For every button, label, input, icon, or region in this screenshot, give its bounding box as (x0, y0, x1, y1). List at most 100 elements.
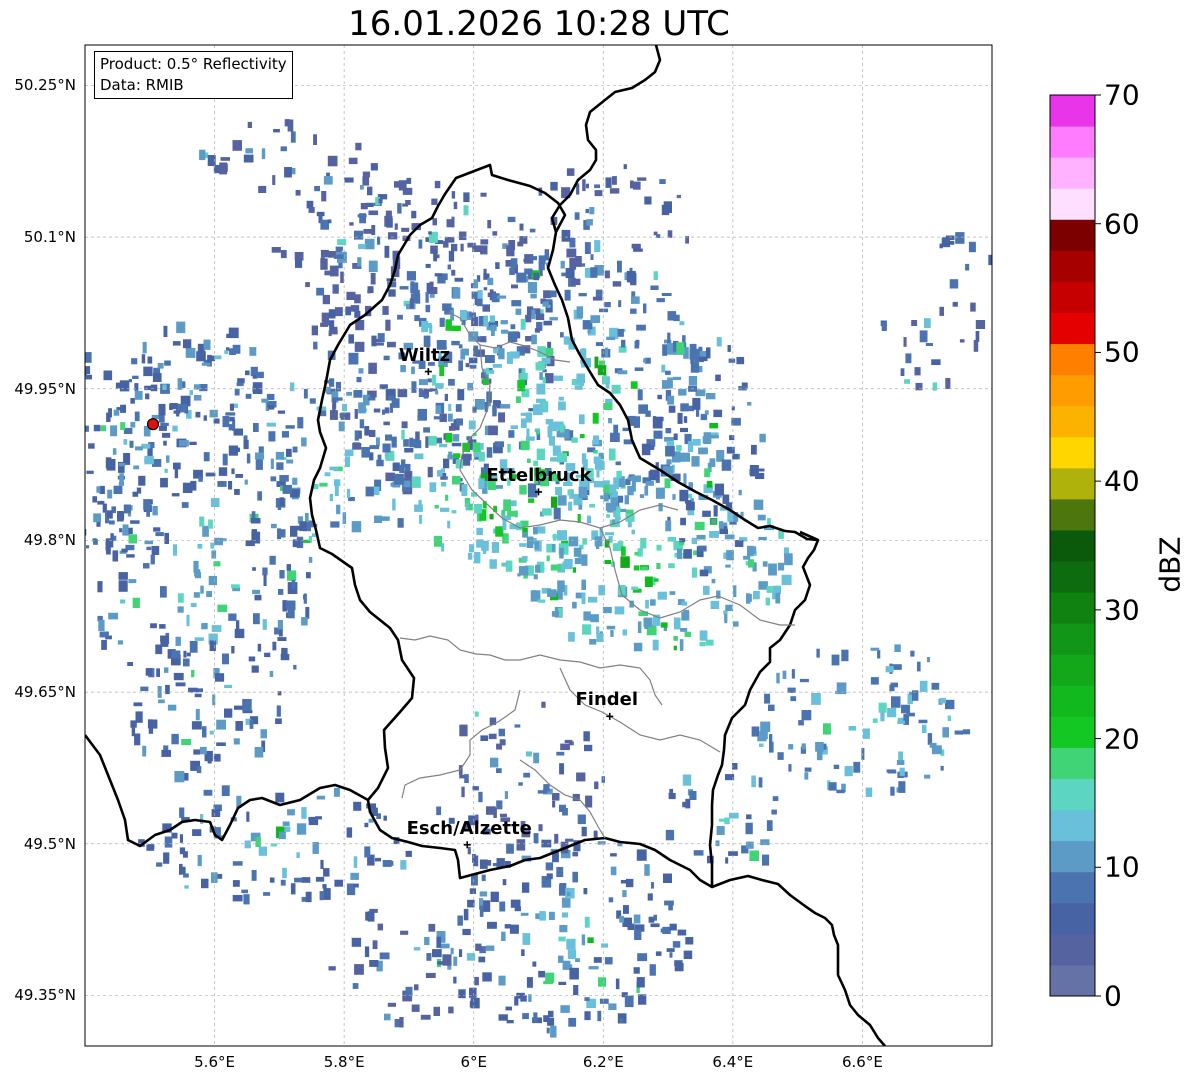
echo-cell (147, 356, 153, 364)
echo-cell (542, 508, 552, 516)
echo-cell (282, 821, 290, 826)
echo-cell (576, 373, 585, 384)
echo-cell (164, 532, 169, 544)
echo-cell (280, 879, 286, 886)
echo-cell (433, 416, 442, 420)
echo-cell (333, 397, 343, 401)
echo-cell (296, 525, 304, 531)
echo-cell (833, 764, 840, 769)
echo-cell (536, 398, 546, 403)
echo-cell (536, 526, 546, 534)
echo-cell (323, 176, 333, 185)
echo-cell (135, 711, 143, 723)
echo-cell (939, 697, 946, 704)
echo-cell (411, 476, 421, 488)
echo-cell (627, 521, 632, 528)
echo-cell (592, 412, 599, 424)
echo-cell (432, 949, 442, 958)
echo-cell (385, 472, 395, 482)
echo-cell (128, 379, 132, 383)
echo-cell (650, 599, 656, 606)
echo-cell (445, 494, 449, 501)
echo-cell (593, 449, 598, 454)
echo-cell (132, 375, 139, 379)
echo-cell (344, 177, 354, 183)
echo-cell (576, 306, 584, 319)
echo-cell (174, 771, 185, 783)
echo-cell (406, 177, 412, 184)
echo-cell (568, 501, 573, 511)
echo-cell (715, 374, 721, 381)
echo-cell (92, 496, 97, 503)
echo-cell (452, 287, 461, 299)
echo-cell (322, 294, 330, 305)
echo-cell (277, 620, 283, 630)
echo-cell (485, 367, 489, 375)
echo-cell (353, 442, 360, 448)
echo-cell (458, 231, 467, 241)
echo-cell (263, 892, 271, 896)
echo-cell (522, 556, 528, 562)
echo-cell (687, 509, 695, 516)
echo-cell (319, 482, 328, 487)
echo-cell (729, 812, 739, 819)
echo-cell (544, 249, 550, 261)
echo-cell (768, 563, 777, 576)
echo-cell (219, 163, 228, 172)
echo-cell (102, 503, 107, 513)
colorbar-swatch (1050, 623, 1095, 655)
echo-cell (656, 298, 665, 303)
echo-cell (211, 550, 217, 559)
echo-cell (145, 668, 152, 676)
echo-cell (209, 409, 218, 418)
echo-cell (440, 507, 450, 512)
echo-cell (181, 502, 189, 508)
echo-cell (550, 181, 558, 191)
echo-cell (498, 348, 505, 360)
echo-cell (612, 281, 622, 287)
echo-cell (103, 370, 113, 381)
echo-cell (378, 198, 383, 204)
echo-cell (368, 210, 379, 216)
echo-cell (382, 443, 391, 453)
echo-cell (158, 414, 165, 423)
echo-cell (254, 747, 264, 758)
echo-cell (760, 721, 771, 732)
echo-cell (777, 562, 785, 571)
echo-cell (581, 593, 586, 605)
echo-cell (649, 445, 655, 450)
echo-cell (696, 534, 706, 540)
echo-cell (604, 270, 610, 279)
echo-cell (364, 426, 370, 436)
echo-cell (523, 772, 531, 778)
echo-cell (769, 734, 773, 744)
echo-cell (527, 282, 538, 293)
radar-site-marker (146, 418, 160, 431)
echo-cell (757, 514, 766, 521)
echo-cell (133, 465, 140, 470)
echo-cell (706, 393, 716, 400)
echo-cell (96, 486, 101, 493)
echo-cell (138, 475, 146, 486)
echo-cell (324, 472, 331, 477)
echo-cell (335, 307, 343, 317)
echo-cell (665, 370, 671, 375)
echo-cell (328, 309, 336, 319)
echo-cell (683, 416, 688, 423)
echo-cell (473, 279, 479, 289)
echo-cell (732, 453, 739, 460)
echo-cell (680, 452, 690, 462)
echo-cell (558, 396, 564, 401)
echo-cell (443, 241, 449, 248)
latitude-tick-label: 49.35°N (14, 986, 76, 1005)
echo-cell (381, 516, 390, 521)
echo-cell (660, 622, 668, 628)
echo-cell (195, 708, 200, 721)
echo-cell (451, 340, 460, 346)
echo-cell (531, 334, 537, 345)
echo-cell (718, 521, 724, 529)
echo-cell (230, 447, 240, 452)
echo-cell (200, 814, 204, 824)
echo-cell (898, 781, 906, 793)
echo-cell (592, 296, 603, 301)
